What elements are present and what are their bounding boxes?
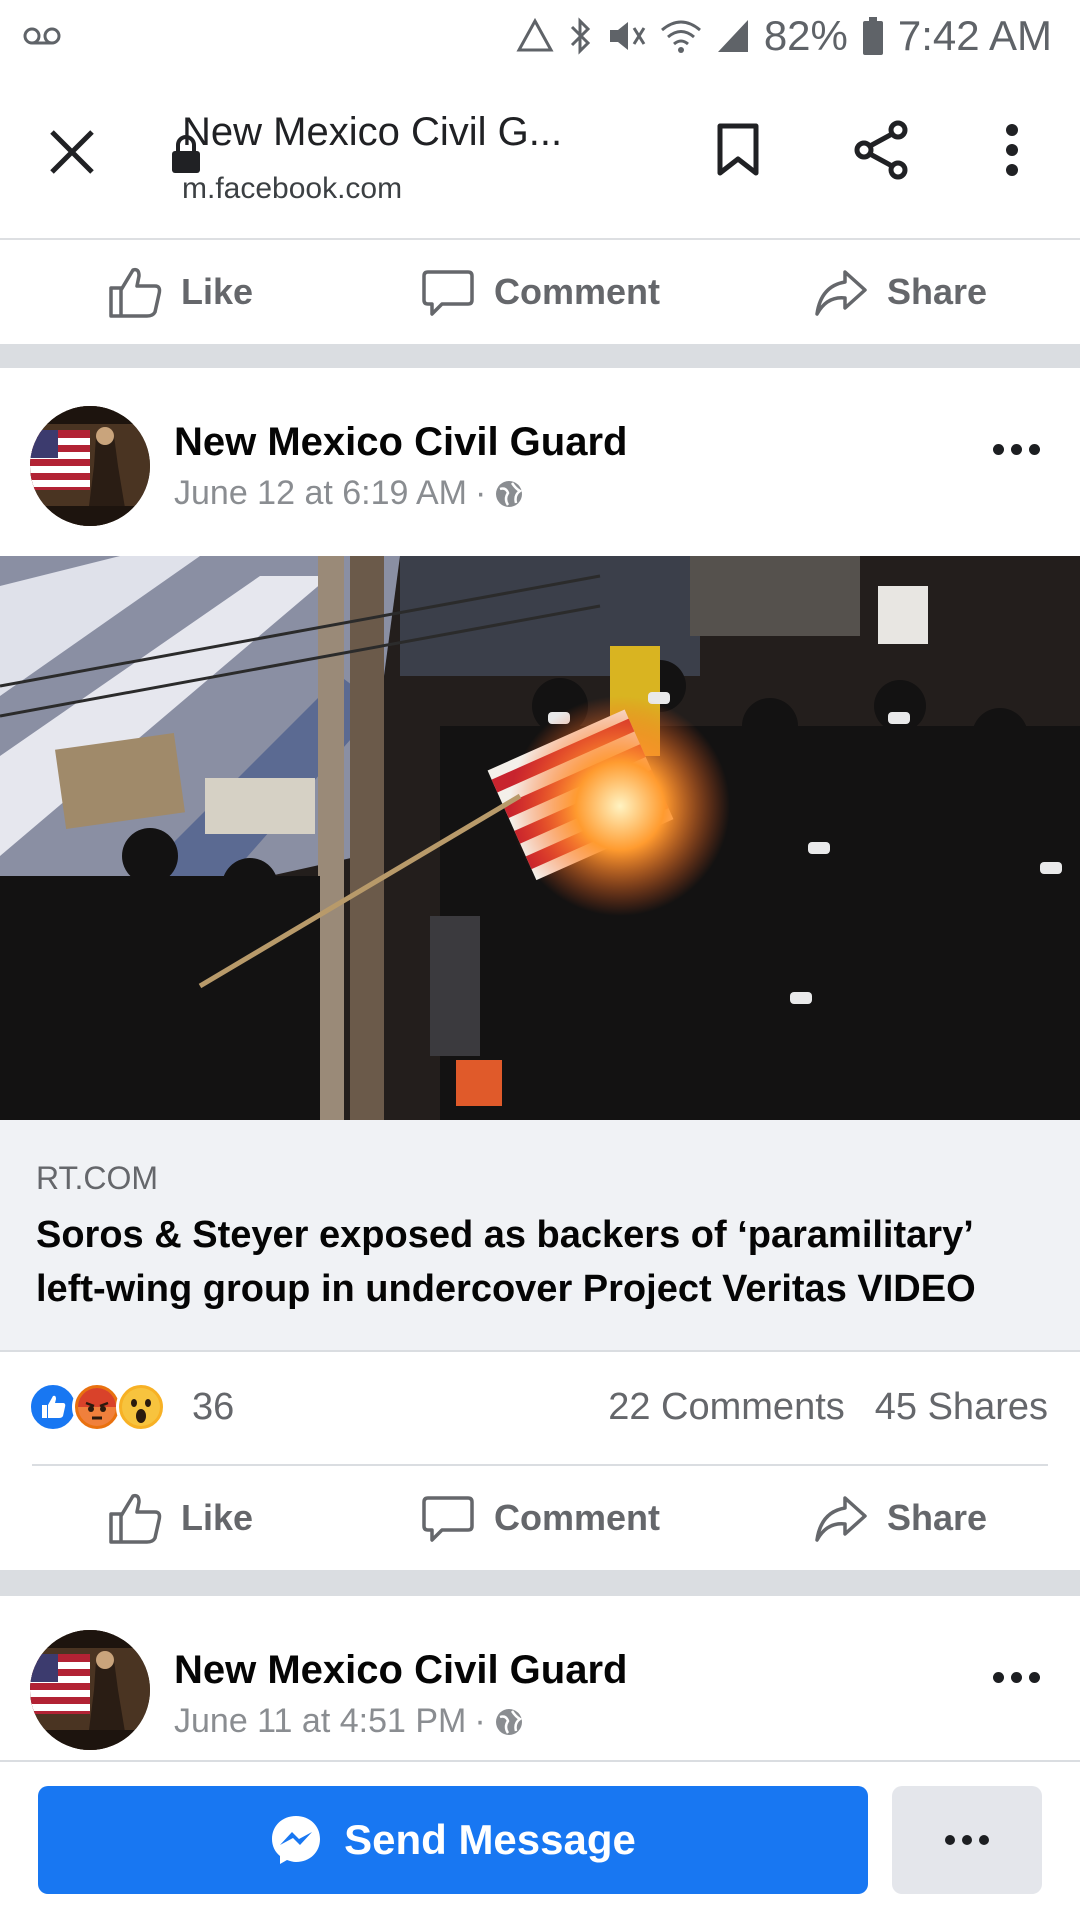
meta-separator: · <box>474 474 487 512</box>
avatar[interactable] <box>30 406 150 526</box>
send-message-label: Send Message <box>344 1816 636 1863</box>
link-title: Soros & Steyer exposed as backers of ‘pa… <box>36 1214 976 1310</box>
lock-icon <box>172 135 200 173</box>
globe-icon <box>496 480 523 507</box>
like-button[interactable]: Like <box>0 1490 360 1546</box>
shares-count[interactable]: 45 Shares <box>875 1386 1048 1429</box>
comment-button[interactable]: Comment <box>360 1490 720 1546</box>
custom-tab-toolbar: New Mexico Civil G... m.facebook.com <box>0 72 1080 240</box>
bookmark-icon <box>717 123 759 176</box>
share-arrow-icon <box>815 1496 867 1542</box>
bluetooth-icon <box>570 17 590 55</box>
battery-icon <box>862 17 883 55</box>
like-label: Like <box>180 271 254 312</box>
voicemail-icon <box>23 27 61 45</box>
share-icon <box>854 120 908 180</box>
more-options-button[interactable] <box>892 1786 1042 1894</box>
reaction-icons[interactable] <box>28 1382 166 1432</box>
like-icon <box>109 1493 162 1544</box>
page-bottom-bar: Send Message <box>0 1760 1080 1920</box>
like-reaction-icon <box>28 1382 78 1432</box>
feed-separator <box>0 1570 1080 1596</box>
avatar-image <box>30 406 150 526</box>
wifi-icon <box>660 20 701 53</box>
page-host: m.facebook.com <box>182 172 403 205</box>
messenger-icon <box>272 1816 321 1864</box>
overflow-menu-icon <box>1006 124 1018 176</box>
comments-count[interactable]: 22 Comments <box>608 1386 845 1429</box>
share-button[interactable] <box>844 112 920 188</box>
share-label: Share <box>886 271 988 312</box>
share-label: Share <box>886 1497 988 1538</box>
post-header: New Mexico Civil Guard June 12 at 6:19 A… <box>0 376 1080 556</box>
clock: 7:42 AM <box>897 12 1052 59</box>
bookmark-button[interactable] <box>700 112 776 188</box>
angry-reaction-icon <box>72 1382 122 1432</box>
mute-icon <box>609 22 646 50</box>
post-author[interactable]: New Mexico Civil Guard <box>174 1648 627 1693</box>
signal-icon <box>717 20 748 52</box>
avatar-image <box>30 1630 150 1750</box>
comment-label: Comment <box>493 1497 660 1538</box>
reactions-summary: 36 22 Comments 45 Shares <box>0 1352 1080 1464</box>
meta-separator: · <box>474 1702 486 1740</box>
post-action-bar: Like Comment Share <box>0 240 1080 344</box>
comment-icon <box>422 1496 474 1542</box>
link-preview[interactable]: RT.COM Soros & Steyer exposed as backers… <box>0 1120 1080 1352</box>
post-action-bar: Like Comment Share <box>0 1466 1080 1570</box>
share-post-button[interactable]: Share <box>720 1490 1080 1546</box>
post-date[interactable]: June 11 at 4:51 PM <box>174 1702 466 1741</box>
link-source: RT.COM <box>36 1160 159 1196</box>
post-meta: June 12 at 6:19 AM · <box>174 474 524 513</box>
feed-separator <box>0 344 1080 368</box>
link-preview-image[interactable] <box>0 556 1080 1120</box>
overflow-menu-button[interactable] <box>974 112 1050 188</box>
like-label: Like <box>180 1497 254 1538</box>
comment-button[interactable]: Comment <box>360 264 720 320</box>
engagement-stats: 22 Comments 45 Shares <box>608 1386 1048 1429</box>
send-message-button[interactable]: Send Message <box>38 1786 868 1894</box>
data-saver-icon <box>516 18 554 52</box>
like-icon <box>109 267 162 318</box>
post-header: New Mexico Civil Guard June 11 at 4:51 P… <box>0 1606 1080 1760</box>
avatar[interactable] <box>30 1630 150 1750</box>
comment-icon <box>422 270 474 316</box>
status-bar: 82% 7:42 AM <box>0 0 1080 72</box>
close-icon[interactable] <box>44 124 100 180</box>
post-author[interactable]: New Mexico Civil Guard <box>174 420 627 465</box>
like-button[interactable]: Like <box>0 264 360 320</box>
post-options-button[interactable] <box>993 1672 1040 1683</box>
reaction-count[interactable]: 36 <box>192 1386 234 1429</box>
protest-photo <box>0 556 1080 1120</box>
share-post-button[interactable]: Share <box>720 264 1080 320</box>
battery-level: 82% <box>763 12 848 59</box>
post-options-button[interactable] <box>993 444 1040 455</box>
share-arrow-icon <box>815 270 867 316</box>
post-date[interactable]: June 12 at 6:19 AM <box>174 474 467 513</box>
wow-reaction-icon <box>116 1382 166 1432</box>
globe-icon <box>495 1708 523 1735</box>
post-meta: June 11 at 4:51 PM · <box>174 1702 524 1741</box>
comment-label: Comment <box>493 271 660 312</box>
page-title: New Mexico Civil G... <box>182 110 563 154</box>
